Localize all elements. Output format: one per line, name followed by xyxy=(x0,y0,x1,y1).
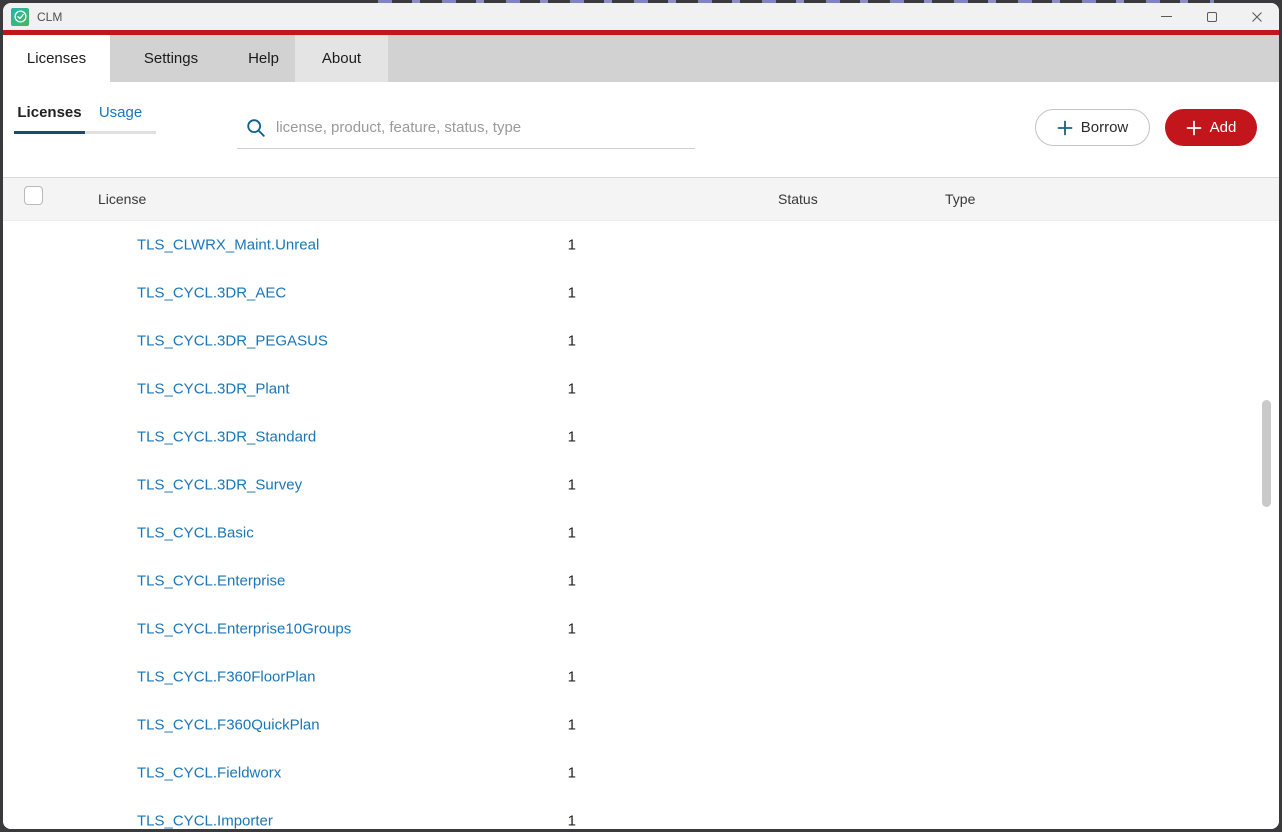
table-row: TLS_CYCL.3DR_AEC 1 xyxy=(3,269,1279,317)
license-link[interactable]: TLS_CYCL.Fieldworx xyxy=(137,765,281,782)
table-row: TLS_CYCL.F360QuickPlan 1 xyxy=(3,701,1279,749)
view-tabs: Licenses Usage xyxy=(14,104,156,134)
license-count: 1 xyxy=(567,428,576,446)
close-button[interactable] xyxy=(1234,3,1279,30)
view-tab-usage[interactable]: Usage xyxy=(85,104,156,134)
toolbar-row: Licenses Usage Borrow A xyxy=(3,82,1279,177)
tab-help[interactable]: Help xyxy=(232,35,295,82)
license-link[interactable]: TLS_CYCL.Importer xyxy=(137,813,273,830)
table-header: License Status Type xyxy=(3,177,1279,221)
add-button-label: Add xyxy=(1209,119,1237,136)
view-tab-licenses-label: Licenses xyxy=(17,104,82,121)
tab-licenses-label: Licenses xyxy=(26,50,87,67)
license-count: 1 xyxy=(567,812,576,830)
license-count: 1 xyxy=(567,620,576,638)
borrow-button-label: Borrow xyxy=(1080,119,1129,136)
table-row: TLS_CYCL.Fieldworx 1 xyxy=(3,749,1279,797)
column-header-status: Status xyxy=(778,191,818,207)
license-count: 1 xyxy=(567,236,576,254)
license-count: 1 xyxy=(567,284,576,302)
minimize-icon xyxy=(1161,16,1172,17)
search-field xyxy=(237,107,695,149)
menu-tabstrip: Licenses Settings Help About xyxy=(3,35,1279,82)
tab-settings-label: Settings xyxy=(143,50,199,67)
table-row: TLS_CYCL.Basic 1 xyxy=(3,509,1279,557)
search-icon xyxy=(247,118,265,137)
tab-settings[interactable]: Settings xyxy=(110,35,232,82)
tab-about-label: About xyxy=(321,50,362,67)
minimize-button[interactable] xyxy=(1144,3,1189,30)
select-all-checkbox[interactable] xyxy=(24,186,43,205)
close-icon xyxy=(1251,11,1262,22)
clm-app-window: CLM Licenses Settings Help About License… xyxy=(3,3,1279,829)
table-row: TLS_CYCL.3DR_Plant 1 xyxy=(3,365,1279,413)
view-tab-licenses[interactable]: Licenses xyxy=(14,104,85,134)
license-link[interactable]: TLS_CYCL.Basic xyxy=(137,525,254,542)
tab-about[interactable]: About xyxy=(295,35,388,82)
license-count: 1 xyxy=(567,332,576,350)
table-row: TLS_CYCL.Importer 1 xyxy=(3,797,1279,830)
column-header-license: License xyxy=(98,191,147,207)
window-title: CLM xyxy=(37,9,63,24)
active-tab-underline xyxy=(14,131,85,134)
vertical-scrollbar-thumb[interactable] xyxy=(1262,400,1271,507)
check-circle-icon xyxy=(13,10,27,23)
license-link[interactable]: TLS_CYCL.F360QuickPlan xyxy=(137,717,320,734)
license-count: 1 xyxy=(567,476,576,494)
table-row: TLS_CYCL.3DR_PEGASUS 1 xyxy=(3,317,1279,365)
maximize-icon xyxy=(1206,11,1217,22)
license-count: 1 xyxy=(567,668,576,686)
license-link[interactable]: TLS_CYCL.3DR_PEGASUS xyxy=(137,333,328,350)
license-link[interactable]: TLS_CYCL.3DR_Plant xyxy=(137,381,290,398)
titlebar: CLM xyxy=(3,3,1279,30)
license-count: 1 xyxy=(567,716,576,734)
tab-help-label: Help xyxy=(248,50,279,67)
maximize-button[interactable] xyxy=(1189,3,1234,30)
license-count: 1 xyxy=(567,764,576,782)
app-logo-check-circle-icon xyxy=(11,7,29,26)
license-link[interactable]: TLS_CYCL.3DR_Standard xyxy=(137,429,316,446)
plus-icon xyxy=(1186,120,1202,135)
table-row: TLS_CYCL.F360FloorPlan 1 xyxy=(3,653,1279,701)
license-count: 1 xyxy=(567,572,576,590)
table-row: TLS_CYCL.3DR_Survey 1 xyxy=(3,461,1279,509)
table-row: TLS_CYCL.Enterprise10Groups 1 xyxy=(3,605,1279,653)
license-table-body: TLS_CLWRX_Maint.Unreal 1 TLS_CYCL.3DR_AE… xyxy=(3,221,1279,829)
plus-icon xyxy=(1057,120,1073,135)
license-link[interactable]: TLS_CLWRX_Maint.Unreal xyxy=(137,237,319,254)
column-header-type: Type xyxy=(945,191,976,207)
tab-licenses[interactable]: Licenses xyxy=(3,35,110,82)
license-link[interactable]: TLS_CYCL.Enterprise10Groups xyxy=(137,621,351,638)
license-link[interactable]: TLS_CYCL.Enterprise xyxy=(137,573,285,590)
window-controls xyxy=(1144,3,1279,30)
table-row: TLS_CLWRX_Maint.Unreal 1 xyxy=(3,221,1279,269)
table-row: TLS_CYCL.Enterprise 1 xyxy=(3,557,1279,605)
borrow-button[interactable]: Borrow xyxy=(1035,109,1150,146)
search-input[interactable] xyxy=(276,119,695,136)
license-link[interactable]: TLS_CYCL.F360FloorPlan xyxy=(137,669,315,686)
license-count: 1 xyxy=(567,380,576,398)
license-link[interactable]: TLS_CYCL.3DR_AEC xyxy=(137,285,286,302)
license-count: 1 xyxy=(567,524,576,542)
view-tab-usage-label: Usage xyxy=(98,104,143,121)
add-button[interactable]: Add xyxy=(1165,109,1257,146)
license-link[interactable]: TLS_CYCL.3DR_Survey xyxy=(137,477,302,494)
table-row: TLS_CYCL.3DR_Standard 1 xyxy=(3,413,1279,461)
inactive-tab-underline xyxy=(85,131,156,134)
